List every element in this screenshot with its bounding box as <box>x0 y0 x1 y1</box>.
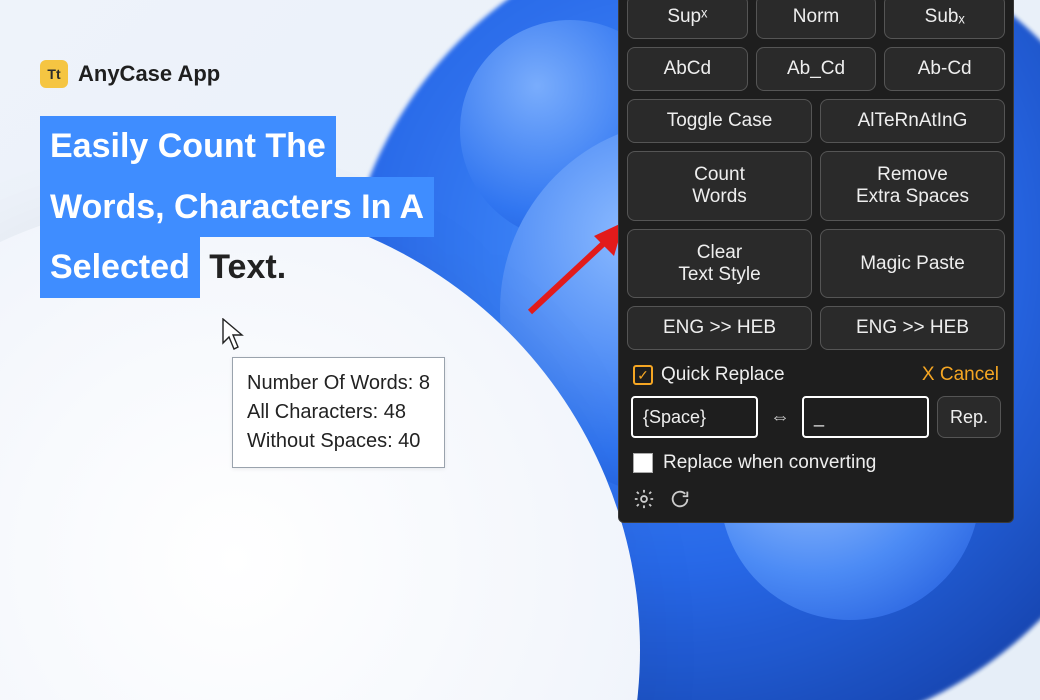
app-name: AnyCase App <box>78 61 220 87</box>
bg-circle <box>545 648 607 700</box>
camelcase-button[interactable]: AbCd <box>627 47 748 91</box>
word-count-tooltip: Number Of Words: 8 All Characters: 48 Wi… <box>232 357 445 468</box>
eng-to-heb-button[interactable]: ENG >> HEB <box>627 306 812 350</box>
panel-bottom-icon-row <box>627 486 1005 510</box>
headline-line-3-rest: Text. <box>200 248 286 286</box>
quick-replace-header: ✓ Quick Replace X Cancel <box>627 358 1005 396</box>
replace-when-converting-checkbox[interactable] <box>633 453 653 473</box>
toggle-case-button[interactable]: Toggle Case <box>627 99 812 143</box>
replace-to-input[interactable]: _ <box>802 396 929 438</box>
headline: Easily Count The Words, Characters In A … <box>40 116 434 298</box>
quick-replace-cancel-button[interactable]: X Cancel <box>922 364 999 386</box>
swap-fields-icon[interactable]: ⇔ <box>766 406 794 429</box>
app-brand: Tt AnyCase App <box>40 60 434 88</box>
bg-circle <box>505 585 567 647</box>
eng-to-heb-button-2[interactable]: ENG >> HEB <box>820 306 1005 350</box>
promo-left-area: Tt AnyCase App Easily Count The Words, C… <box>40 60 434 298</box>
count-words-button[interactable]: Count Words <box>627 151 812 221</box>
quick-replace-label: Quick Replace <box>661 364 785 386</box>
app-logo-icon: Tt <box>40 60 68 88</box>
tooltip-line: All Characters: 48 <box>247 398 430 427</box>
replace-from-input[interactable]: {Space} <box>631 396 758 438</box>
magic-paste-button[interactable]: Magic Paste <box>820 229 1005 299</box>
tooltip-line: Number Of Words: 8 <box>247 369 430 398</box>
anycase-panel: Supˣ Norm Subₓ AbCd Ab_Cd Ab-Cd Toggle C… <box>618 0 1014 523</box>
superscript-button[interactable]: Supˣ <box>627 0 748 39</box>
quick-replace-checkbox[interactable]: ✓ <box>633 365 653 385</box>
clear-text-style-button[interactable]: Clear Text Style <box>627 229 812 299</box>
normal-case-button[interactable]: Norm <box>756 0 877 39</box>
headline-line-2: Words, Characters In A <box>40 177 434 238</box>
refresh-icon[interactable] <box>669 488 691 510</box>
replace-when-converting-label: Replace when converting <box>663 452 876 474</box>
cursor-arrow-icon <box>222 318 248 352</box>
kebabcase-button[interactable]: Ab-Cd <box>884 47 1005 91</box>
snakecase-button[interactable]: Ab_Cd <box>756 47 877 91</box>
headline-line-1: Easily Count The <box>40 116 336 177</box>
tooltip-line: Without Spaces: 40 <box>247 427 430 456</box>
replace-button[interactable]: Rep. <box>937 396 1001 438</box>
headline-line-3-selected: Selected <box>40 237 200 298</box>
gear-icon[interactable] <box>633 488 655 510</box>
remove-extra-spaces-button[interactable]: Remove Extra Spaces <box>820 151 1005 221</box>
alternating-case-button[interactable]: AlTeRnAtInG <box>820 99 1005 143</box>
subscript-button[interactable]: Subₓ <box>884 0 1005 39</box>
